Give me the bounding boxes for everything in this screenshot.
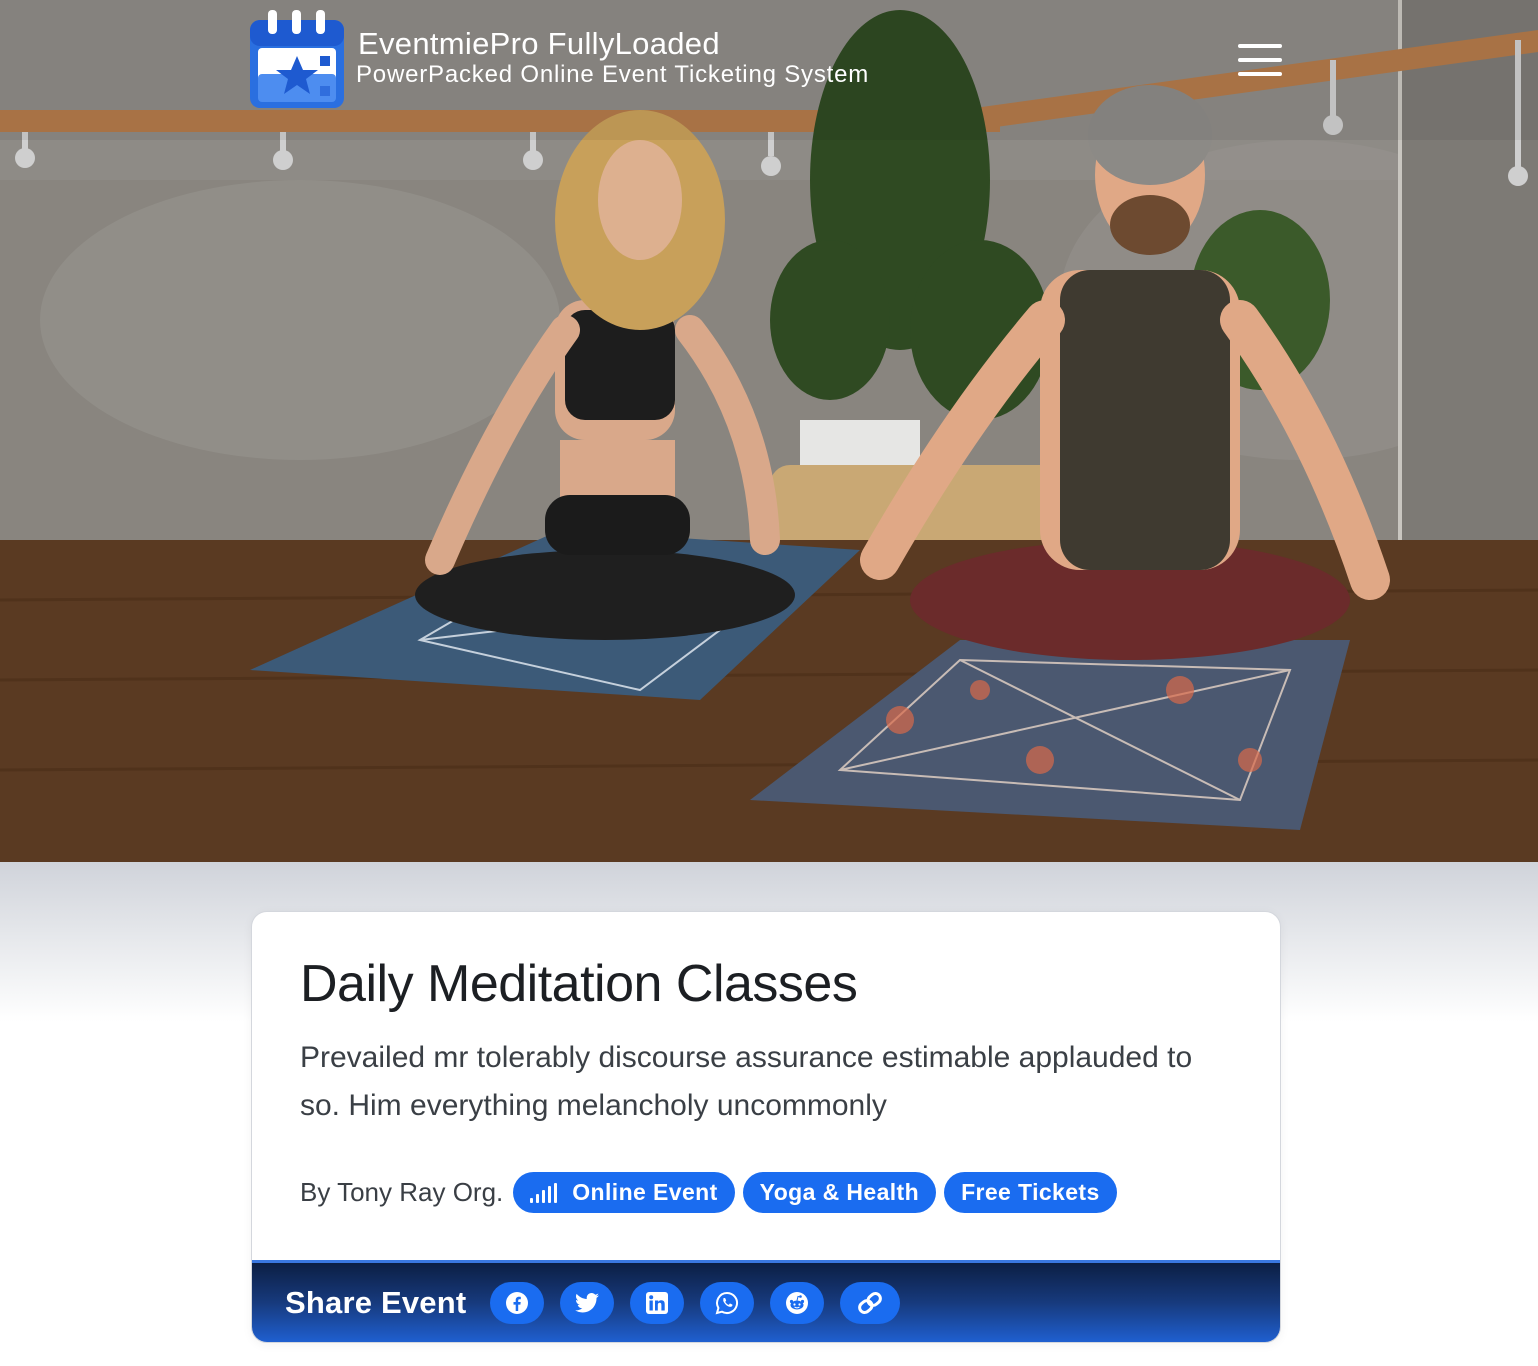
share-twitter-button[interactable] bbox=[560, 1281, 615, 1324]
brand[interactable]: EventmiePro FullyLoaded PowerPacked Onli… bbox=[250, 10, 869, 108]
event-title: Daily Meditation Classes bbox=[300, 955, 858, 1013]
meditation-photo bbox=[0, 0, 1538, 862]
category-badge[interactable]: Yoga & Health bbox=[742, 1172, 937, 1213]
share-bar: Share Event bbox=[252, 1260, 1280, 1342]
organizer-label: By Tony Ray Org. bbox=[300, 1177, 504, 1207]
calendar-logo-icon bbox=[250, 10, 344, 108]
twitter-icon bbox=[575, 1292, 600, 1312]
whatsapp-icon bbox=[715, 1291, 739, 1314]
event-description: Prevailed mr tolerably discourse assuran… bbox=[300, 1041, 1193, 1122]
reddit-icon bbox=[786, 1291, 809, 1314]
menu-hamburger-icon[interactable] bbox=[1238, 44, 1282, 76]
share-label: Share Event bbox=[285, 1284, 467, 1320]
hero-image: EventmiePro FullyLoaded PowerPacked Onli… bbox=[0, 0, 1538, 862]
share-linkedin-button[interactable] bbox=[630, 1281, 685, 1324]
share-facebook-button[interactable] bbox=[490, 1281, 545, 1324]
copy-link-button[interactable] bbox=[840, 1281, 901, 1324]
signal-icon bbox=[530, 1182, 560, 1203]
linkedin-icon bbox=[646, 1291, 669, 1314]
share-whatsapp-button[interactable] bbox=[700, 1281, 755, 1324]
app-title: EventmiePro FullyLoaded bbox=[358, 26, 720, 61]
share-reddit-button[interactable] bbox=[770, 1281, 825, 1324]
online-event-label: Online Event bbox=[572, 1179, 718, 1205]
online-event-badge[interactable]: Online Event bbox=[513, 1172, 735, 1213]
event-card: Daily Meditation Classes Prevailed mr to… bbox=[251, 911, 1281, 1343]
link-icon bbox=[858, 1291, 883, 1314]
event-meta: By Tony Ray Org. Online Event Yoga & Hea… bbox=[300, 1172, 1232, 1213]
facebook-icon bbox=[506, 1291, 529, 1314]
price-badge[interactable]: Free Tickets bbox=[944, 1172, 1117, 1213]
app-subtitle: PowerPacked Online Event Ticketing Syste… bbox=[356, 61, 870, 88]
